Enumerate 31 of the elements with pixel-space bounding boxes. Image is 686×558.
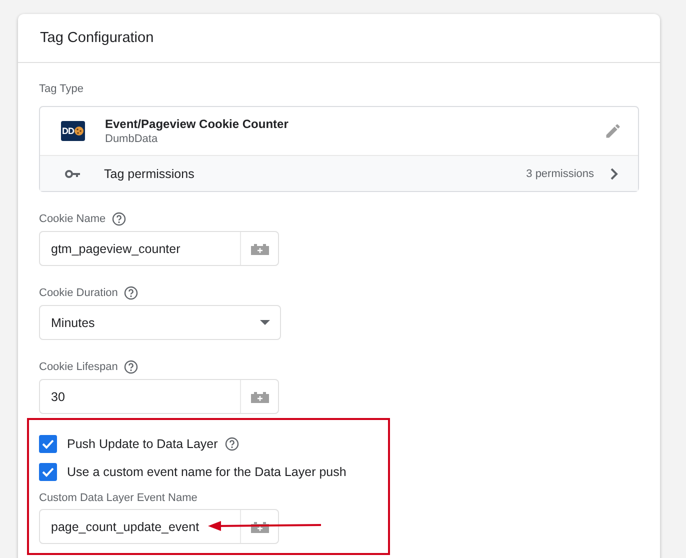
help-icon[interactable] [124,286,138,300]
brick-icon [250,520,270,532]
checkbox[interactable] [39,435,57,453]
key-icon [65,168,81,178]
chevron-right-icon [610,168,618,180]
permissions-label: Tag permissions [104,166,196,180]
checkbox-label: Push Update to Data Layer [67,437,218,451]
help-icon[interactable] [112,212,126,226]
field-label: Custom Data Layer Event Name [39,492,198,504]
text-field[interactable]: 30 [39,379,279,414]
dropdown-field[interactable]: Minutes [39,305,281,340]
permissions-row[interactable]: Tag permissions 3 permissions [40,156,638,191]
brick-icon [250,390,270,402]
help-icon[interactable] [224,437,239,451]
tag-type-vendor: DumbData [105,133,159,145]
brick-icon [250,242,270,254]
text-field[interactable]: gtm_pageview_counter [39,231,279,266]
edit-icon[interactable] [604,122,622,140]
field-label: Tag Type [39,83,84,95]
card-title: Tag Configuration [40,30,154,46]
checkbox-label: Use a custom event name for the Data Layer push [67,465,346,479]
logo-icon: DD [61,121,85,141]
checkbox[interactable] [39,463,57,481]
text-field[interactable]: page_count_update_event [39,509,279,544]
caret-icon [260,320,270,325]
permissions-count: 3 permissions [526,168,594,180]
field-label: Cookie Lifespan [39,361,118,373]
help-icon[interactable] [124,360,138,374]
field-label: Cookie Duration [39,287,118,299]
field-label: Cookie Name [39,213,106,225]
tag-type-name: Event/Pageview Cookie Counter [105,117,290,131]
